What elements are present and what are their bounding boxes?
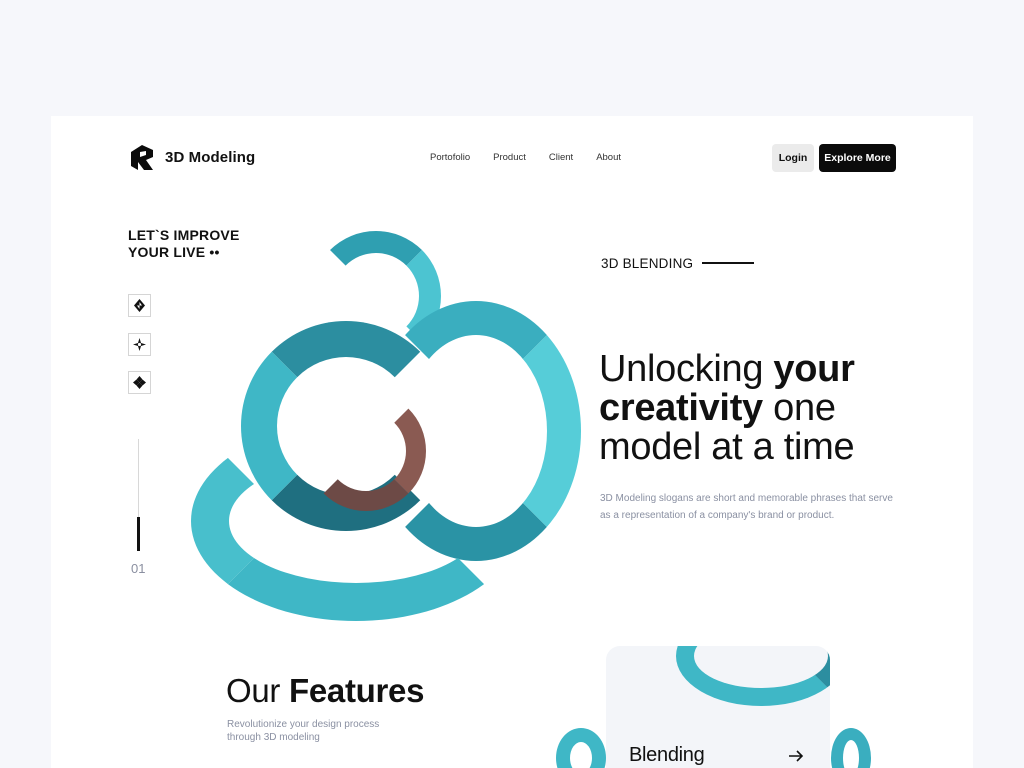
diamond-icon (134, 299, 145, 312)
social-link-2[interactable] (128, 333, 151, 356)
section-eyebrow: 3D BLENDING (601, 256, 694, 271)
headline-regular-1: Unlocking (599, 348, 774, 390)
arrow-right-icon[interactable] (788, 746, 804, 767)
nav-product[interactable]: Product (493, 152, 526, 163)
hero-headline: Unlocking your creativity one model at a… (599, 350, 929, 467)
brand-logo[interactable]: 3D Modeling (131, 145, 255, 170)
clover-icon (133, 376, 146, 389)
main-nav: Portofolio Product Client About (430, 152, 621, 163)
features-title-bold: Features (288, 672, 425, 709)
brand-logo-icon (131, 145, 153, 170)
login-button[interactable]: Login (772, 144, 814, 172)
feature-card-blending[interactable]: Blending (606, 646, 830, 768)
brand-name: 3D Modeling (165, 149, 256, 166)
eyebrow-divider (702, 262, 754, 264)
social-link-1[interactable] (128, 294, 151, 317)
art-ring-5 (306, 391, 426, 511)
slide-number: 01 (131, 561, 146, 576)
nav-portfolio[interactable]: Portofolio (430, 152, 470, 163)
social-link-3[interactable] (128, 371, 151, 394)
hero-3d-art (171, 211, 581, 631)
feature-art-right (831, 728, 871, 768)
feature-card-label: Blending (629, 744, 705, 766)
slide-progress-indicator (137, 517, 140, 551)
landing-page: 3D Modeling Portofolio Product Client Ab… (51, 116, 973, 768)
nav-client[interactable]: Client (549, 152, 573, 163)
explore-more-button[interactable]: Explore More (819, 144, 896, 172)
sparkle-icon (133, 338, 146, 351)
hero-description: 3D Modeling slogans are short and memora… (600, 493, 893, 521)
feature-card-art (676, 646, 830, 706)
feature-art-left (556, 728, 606, 768)
nav-about[interactable]: About (596, 152, 621, 163)
features-subtitle: Revolutionize your design process throug… (227, 719, 380, 743)
features-title: Our Features (226, 672, 424, 710)
features-title-regular: Our (226, 672, 289, 709)
